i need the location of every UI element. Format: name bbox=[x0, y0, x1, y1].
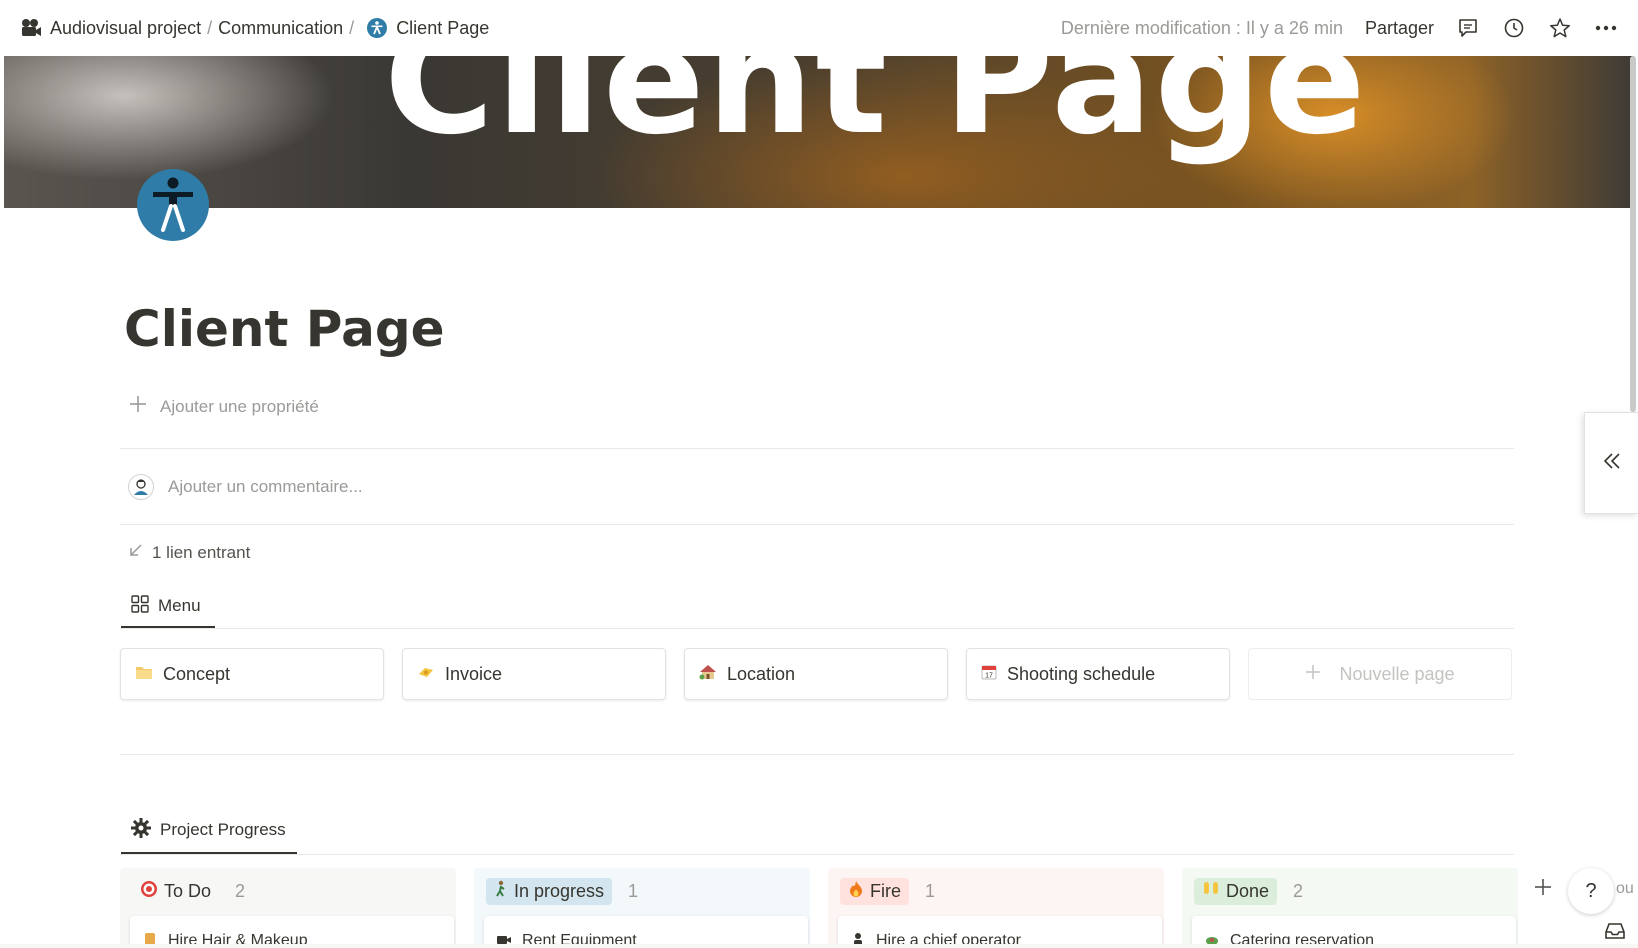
peek-text: ou bbox=[1616, 880, 1634, 897]
inbox-icon[interactable] bbox=[1604, 922, 1628, 942]
help-button[interactable]: ? bbox=[1568, 868, 1614, 914]
top-actions: Dernière modification : Il y a 26 min Pa… bbox=[1061, 14, 1618, 42]
history-icon[interactable] bbox=[1502, 16, 1526, 40]
share-button[interactable]: Partager bbox=[1365, 18, 1434, 39]
breadcrumb-separator: / bbox=[207, 17, 213, 38]
card-concept[interactable]: Concept bbox=[120, 648, 384, 700]
board-column-todo: To Do 2 Hire Hair & Makeup bbox=[120, 868, 456, 948]
add-property-label: Ajouter une propriété bbox=[160, 396, 319, 416]
plus-icon bbox=[128, 394, 148, 419]
top-bar: Audiovisual project / Communication / Cl… bbox=[0, 0, 1638, 56]
comment-input[interactable]: Ajouter un commentaire... bbox=[168, 477, 363, 497]
help-label: ? bbox=[1585, 879, 1597, 902]
svg-text:17: 17 bbox=[985, 672, 993, 679]
divider bbox=[120, 448, 1514, 449]
status-badge[interactable]: Fire bbox=[840, 877, 909, 905]
person-walking-icon bbox=[494, 880, 508, 903]
page-accessibility-icon[interactable] bbox=[136, 168, 210, 242]
new-page-label: Nouvelle page bbox=[1339, 663, 1455, 684]
comment-row[interactable]: Ajouter un commentaire... bbox=[128, 474, 363, 500]
breadcrumb-project[interactable]: Audiovisual project bbox=[50, 18, 201, 39]
cover-image[interactable]: Client Page bbox=[4, 56, 1634, 208]
board-column-in-progress: In progress 1 Rent Equipment bbox=[474, 868, 810, 948]
status-badge[interactable]: To Do bbox=[132, 877, 220, 905]
breadcrumb-separator: / bbox=[349, 17, 355, 38]
add-property-button[interactable]: Ajouter une propriété bbox=[128, 394, 319, 419]
breadcrumb: Audiovisual project / Communication / Cl… bbox=[20, 14, 489, 42]
divider bbox=[120, 754, 1514, 755]
column-count: 2 bbox=[235, 880, 246, 901]
fire-icon bbox=[848, 880, 864, 903]
more-icon[interactable] bbox=[1594, 16, 1618, 40]
camera-icon bbox=[20, 17, 42, 39]
add-column-button[interactable] bbox=[1532, 876, 1556, 900]
house-icon bbox=[699, 664, 717, 685]
column-count: 2 bbox=[1293, 880, 1304, 901]
double-chevron-left-icon bbox=[1602, 451, 1622, 476]
breadcrumb-communication[interactable]: Communication bbox=[218, 18, 343, 39]
money-icon bbox=[417, 664, 435, 685]
column-count: 1 bbox=[628, 880, 639, 901]
divider bbox=[120, 628, 1514, 629]
arrow-down-left-icon bbox=[128, 542, 144, 563]
scrollbar[interactable] bbox=[1630, 56, 1636, 412]
card-label: Location bbox=[727, 663, 796, 684]
card-label: Shooting schedule bbox=[1007, 663, 1156, 684]
grid-icon bbox=[130, 594, 150, 619]
column-label: In progress bbox=[514, 880, 605, 901]
backlinks-button[interactable]: 1 lien entrant bbox=[128, 542, 250, 563]
cover-text: Client Page bbox=[384, 56, 1368, 168]
comment-icon[interactable] bbox=[1456, 16, 1480, 40]
folder-icon bbox=[135, 664, 153, 685]
accessibility-icon bbox=[366, 17, 388, 39]
card-location[interactable]: Location bbox=[684, 648, 948, 700]
card-shooting-schedule[interactable]: 17 Shooting schedule bbox=[966, 648, 1230, 700]
tab-menu-label: Menu bbox=[158, 596, 201, 615]
tab-menu[interactable]: Menu bbox=[120, 588, 211, 624]
backlinks-label: 1 lien entrant bbox=[152, 542, 251, 562]
divider bbox=[120, 524, 1514, 525]
page-title[interactable]: Client Page bbox=[124, 300, 445, 358]
raised-hands-icon bbox=[1202, 880, 1220, 903]
gear-icon bbox=[130, 817, 152, 844]
card-label: Invoice bbox=[445, 663, 503, 684]
board-column-fire: Fire 1 Hire a chief operator bbox=[828, 868, 1164, 948]
status-badge[interactable]: Done bbox=[1194, 877, 1278, 905]
status-badge[interactable]: In progress bbox=[486, 877, 613, 905]
new-page-button[interactable]: Nouvelle page bbox=[1248, 648, 1512, 700]
kanban-board: To Do 2 Hire Hair & Makeup In progress 1 bbox=[120, 868, 1518, 948]
column-label: To Do bbox=[164, 880, 212, 901]
column-label: Fire bbox=[870, 880, 901, 901]
bottom-edge bbox=[0, 944, 1638, 948]
card-invoice[interactable]: Invoice bbox=[402, 648, 666, 700]
star-icon[interactable] bbox=[1548, 16, 1572, 40]
menu-cards: Concept Invoice Location 17 Shooting sch… bbox=[120, 648, 1512, 700]
avatar bbox=[128, 474, 154, 500]
tab-project-progress[interactable]: Project Progress bbox=[120, 812, 296, 848]
column-count: 1 bbox=[925, 880, 936, 901]
card-label: Concept bbox=[163, 663, 231, 684]
divider bbox=[120, 854, 1514, 855]
calendar-icon: 17 bbox=[981, 664, 997, 685]
target-icon bbox=[140, 880, 158, 903]
plus-icon bbox=[1305, 664, 1321, 685]
last-edited-text: Dernière modification : Il y a 26 min bbox=[1060, 17, 1343, 38]
board-column-done: Done 2 Catering reservation bbox=[1182, 868, 1518, 948]
sidebar-toggle-button[interactable] bbox=[1584, 412, 1638, 514]
column-label: Done bbox=[1226, 880, 1270, 901]
tab-project-progress-label: Project Progress bbox=[160, 820, 286, 839]
breadcrumb-client-page[interactable]: Client Page bbox=[396, 18, 489, 39]
